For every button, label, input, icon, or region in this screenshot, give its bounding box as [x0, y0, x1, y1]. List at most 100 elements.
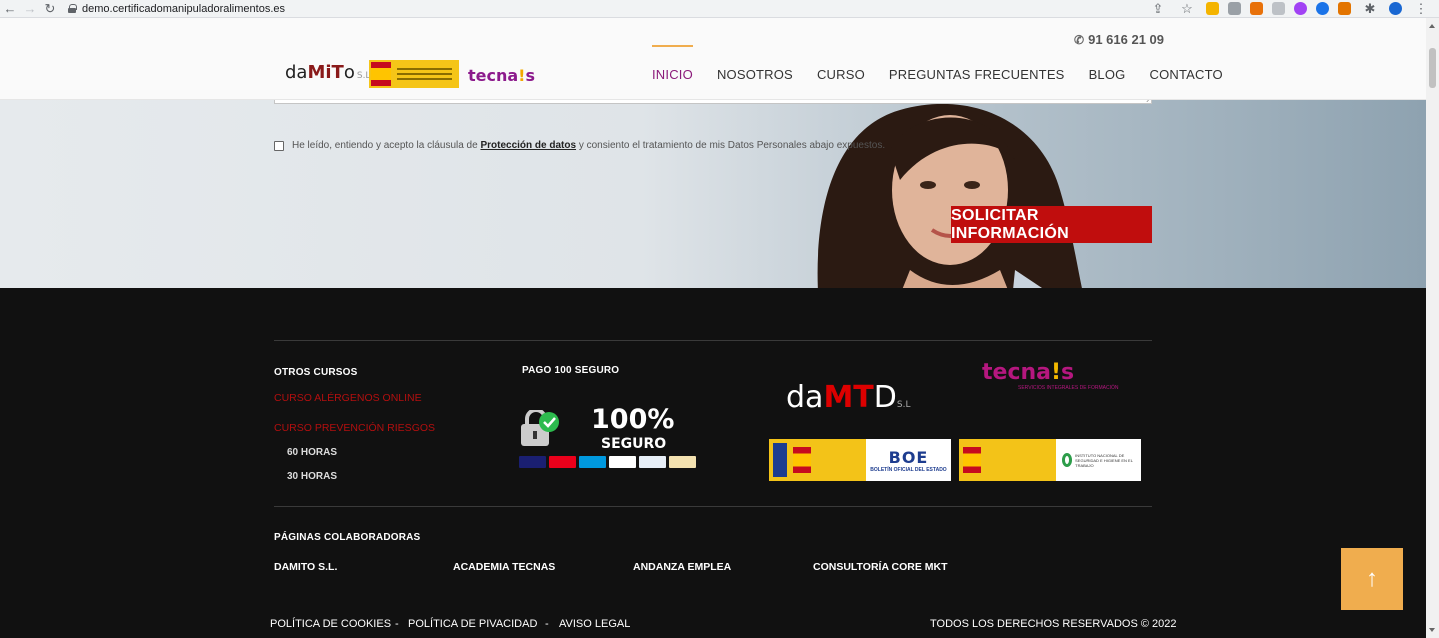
profile-avatar[interactable]: [1389, 2, 1402, 15]
60-horas-link[interactable]: 60 HORAS: [287, 447, 337, 458]
consultoria-core-link[interactable]: CONSULTORÍA CORE MKT: [813, 561, 948, 573]
logo-text: MT: [823, 380, 874, 415]
forward-arrow-icon[interactable]: →: [20, 1, 40, 16]
boe-small: BOLETÍN OFICIAL DEL ESTADO: [870, 466, 947, 473]
cookies-link[interactable]: POLÍTICA DE COOKIES: [270, 618, 391, 630]
puzzle-extensions-icon[interactable]: ✱: [1360, 1, 1380, 17]
logo-text: o: [343, 62, 355, 83]
gobierno-block: [959, 439, 1056, 481]
site-header: ✆ 91 616 21 09 daMiTo S.L tecna!s INICIO …: [0, 18, 1426, 100]
tecnas-logo[interactable]: tecna!s: [468, 66, 535, 85]
resize-handle-icon[interactable]: [1141, 100, 1151, 102]
extension-icon[interactable]: [1316, 2, 1329, 15]
share-icon[interactable]: ⇪: [1148, 1, 1168, 17]
privacy-link[interactable]: Protección de datos: [480, 140, 576, 151]
eu-flag-icon: [773, 443, 787, 477]
spain-flag-icon: [793, 447, 811, 473]
separator: -: [545, 618, 549, 630]
logo-text: da: [285, 62, 308, 83]
pago-seguro-badge: 100% SEGURO: [519, 398, 696, 478]
scroll-down-icon[interactable]: [1429, 628, 1435, 632]
pago-seguro-title: PAGO 100 SEGURO: [522, 365, 620, 376]
andanza-emplea-link[interactable]: ANDANZA EMPLEA: [633, 561, 731, 573]
extension-icon[interactable]: [1206, 2, 1219, 15]
separator: -: [395, 618, 399, 630]
mastercard-icon: [549, 456, 576, 468]
camera-extension-icon[interactable]: [1228, 2, 1241, 15]
url-text: demo.certificadomanipuladoralimentos.es: [82, 2, 285, 15]
consent-checkbox[interactable]: [274, 140, 284, 151]
scroll-up-icon[interactable]: [1429, 24, 1435, 28]
logo-text: s: [525, 66, 535, 85]
maestro-icon: [579, 456, 606, 468]
consent-text-pre: He leído, entiendo y acepto la cláusula …: [292, 140, 478, 151]
phone-icon: ✆: [1074, 32, 1085, 47]
privacidad-link[interactable]: POLÍTICA DE PIVACIDAD: [408, 618, 537, 630]
menu-dots-icon[interactable]: ⋮: [1411, 1, 1431, 17]
message-textarea[interactable]: [274, 100, 1152, 104]
spain-flag-icon: [963, 447, 981, 473]
extension-icon[interactable]: [1338, 2, 1351, 15]
academia-tecnas-link[interactable]: ACADEMIA TECNAS: [453, 561, 555, 573]
lock-secure-icon: [521, 410, 559, 446]
nav-preguntas-frecuentes[interactable]: PREGUNTAS FRECUENTES: [889, 67, 1065, 82]
nav-curso[interactable]: CURSO: [817, 67, 865, 82]
visa-icon: [519, 456, 546, 468]
logo-text: !: [1051, 360, 1062, 385]
scroll-to-top-button[interactable]: ↑: [1341, 548, 1403, 610]
nav-inicio[interactable]: INICIO: [652, 45, 693, 82]
badge-percent: 100%: [591, 404, 675, 435]
nav-contacto[interactable]: CONTACTO: [1150, 67, 1223, 82]
curso-prevencion-link[interactable]: CURSO PREVENCIÓN RIESGOS: [274, 422, 435, 434]
main-nav: INICIO NOSOTROS CURSO PREGUNTAS FRECUENT…: [652, 45, 1223, 82]
phone-number[interactable]: ✆ 91 616 21 09: [1074, 32, 1164, 47]
otros-cursos-title: OTROS CURSOS: [274, 367, 358, 378]
lock-icon: [68, 4, 77, 13]
paypal-icon: [609, 456, 636, 468]
damito-logo[interactable]: daMiTo S.L: [285, 62, 370, 83]
back-arrow-icon[interactable]: ←: [0, 1, 20, 16]
page-scrollbar[interactable]: [1426, 18, 1439, 638]
address-bar[interactable]: demo.certificadomanipuladoralimentos.es: [68, 3, 285, 15]
extensions-area: ⇪ ☆ ✱ ⋮: [1148, 1, 1439, 17]
consent-text: He leído, entiendo y acepto la cláusula …: [292, 140, 885, 151]
extension-icon[interactable]: [1272, 2, 1285, 15]
bookmark-star-icon[interactable]: ☆: [1177, 1, 1197, 17]
ministerio-logo: INSTITUTO NACIONAL DE SEGURIDAD E HIGIEN…: [959, 439, 1141, 481]
scrollbar-thumb[interactable]: [1429, 48, 1436, 88]
consent-text-post: y consiento el tratamiento de mis Datos …: [578, 140, 886, 151]
site-footer: OTROS CURSOS CURSO ALÉRGENOS ONLINE CURS…: [0, 288, 1426, 638]
transfer-icon: [639, 456, 666, 468]
inst-text: INSTITUTO NACIONAL DE SEGURIDAD E HIGIEN…: [1075, 452, 1133, 468]
extension-icon[interactable]: [1250, 2, 1263, 15]
boe-logo: BOE BOLETÍN OFICIAL DEL ESTADO: [769, 439, 951, 481]
contact-form-section: He leído, entiendo y acepto la cláusula …: [0, 100, 1426, 288]
browser-toolbar: ← → ↻ demo.certificadomanipuladoraliment…: [0, 0, 1439, 18]
logo-text: da: [786, 380, 824, 415]
30-horas-link[interactable]: 30 HORAS: [287, 471, 337, 482]
nav-nosotros[interactable]: NOSOTROS: [717, 67, 793, 82]
footer-divider: [274, 506, 1152, 507]
solicitar-informacion-button[interactable]: SOLICITAR INFORMACIÓN: [951, 206, 1152, 243]
reload-icon[interactable]: ↻: [40, 1, 60, 17]
aviso-legal-link[interactable]: AVISO LEGAL: [559, 618, 630, 630]
logo-text: MiT: [307, 62, 344, 83]
logo-text: tecna: [982, 360, 1051, 385]
logo-lines: [397, 68, 452, 80]
footer-tecnas-logo[interactable]: tecna!s SERVICIOS INTEGRALES DE FORMACIÓ…: [982, 360, 1118, 391]
gobierno-logo: [369, 60, 459, 88]
extension-icon[interactable]: [1294, 2, 1307, 15]
damito-link[interactable]: DAMITO S.L.: [274, 561, 337, 573]
gobierno-block: [769, 439, 866, 481]
spain-flag-icon: [371, 62, 391, 86]
logo-text: s: [1061, 360, 1075, 385]
nav-blog[interactable]: BLOG: [1089, 67, 1126, 82]
footer-damito-logo[interactable]: daMTDS.L: [786, 380, 910, 415]
footer-divider: [274, 340, 1152, 341]
curso-alergenos-link[interactable]: CURSO ALÉRGENOS ONLINE: [274, 392, 422, 404]
cash-icon: [669, 456, 696, 468]
logo-subtitle: SERVICIOS INTEGRALES DE FORMACIÓN: [1018, 385, 1119, 391]
inst-block: INSTITUTO NACIONAL DE SEGURIDAD E HIGIEN…: [1056, 439, 1141, 481]
colaboradoras-title: PÁGINAS COLABORADORAS: [274, 532, 421, 543]
payment-cards: [519, 456, 696, 468]
